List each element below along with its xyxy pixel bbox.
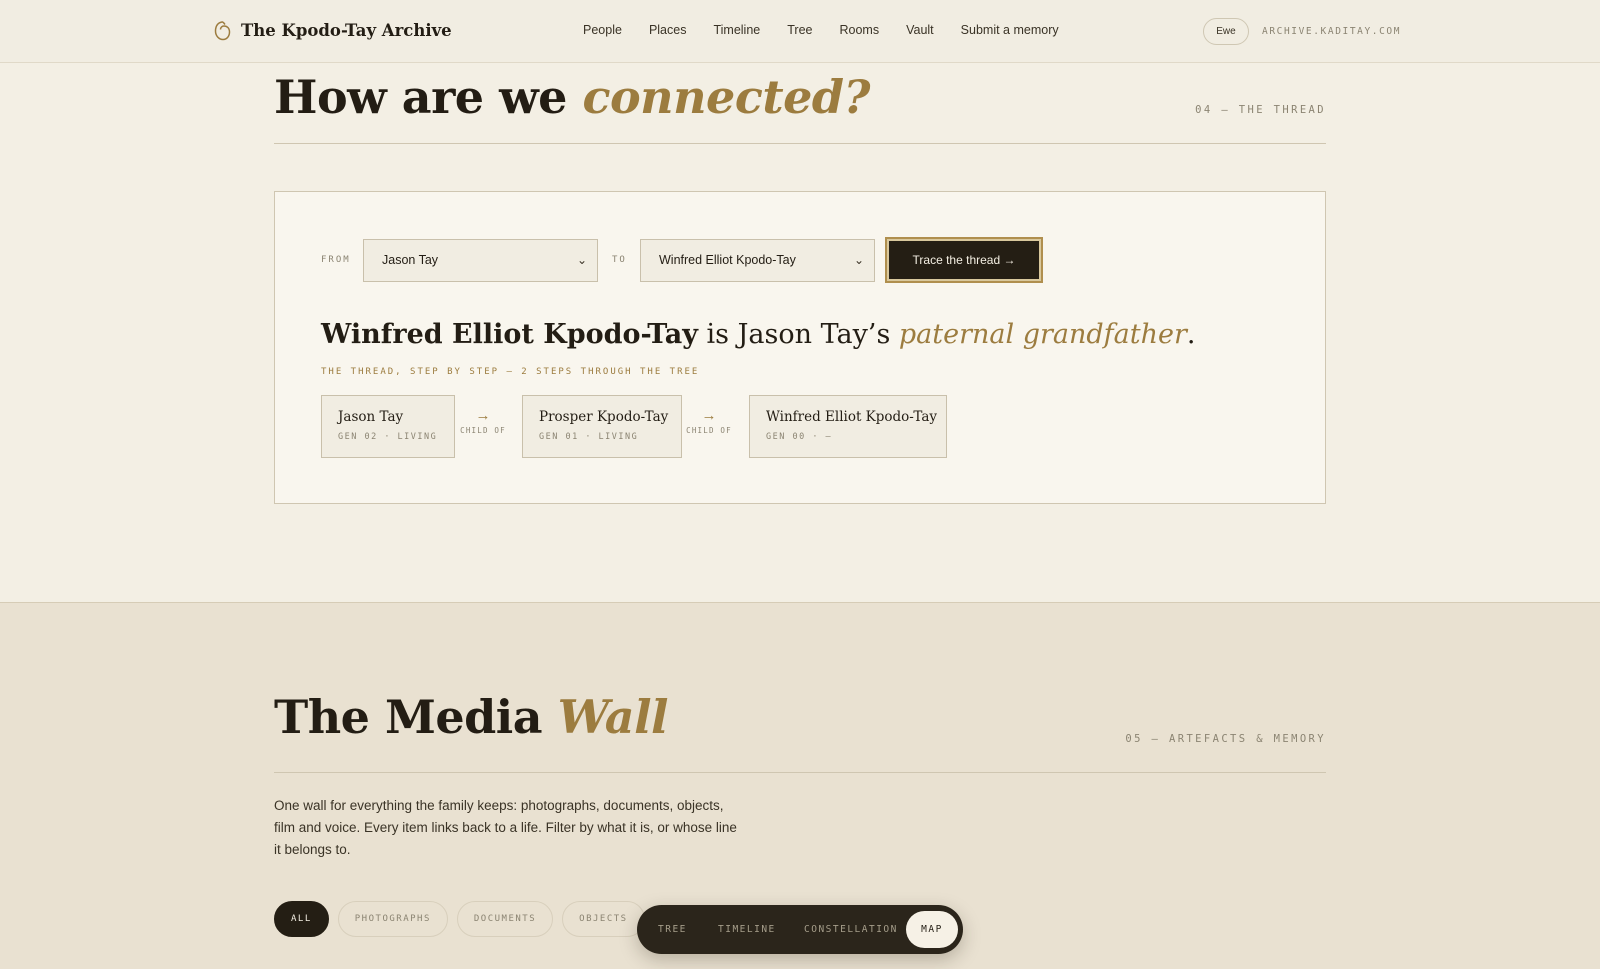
thread-node-prosper[interactable]: Prosper Kpodo-Tay GEN 01 · LIVING [522, 395, 682, 458]
view-map[interactable]: MAP [906, 911, 958, 948]
thread-panel: FROM Jason Tay ⌄ TO Winfred Elliot Kpodo… [274, 191, 1326, 504]
media-title: The Media Wall [274, 690, 669, 744]
filter-documents[interactable]: DOCUMENTS [456, 901, 554, 937]
thread-title-emphasis: connected? [582, 70, 870, 124]
chevron-down-icon: ⌄ [576, 253, 587, 267]
node-meta: GEN 01 · LIVING [539, 432, 639, 442]
to-select-value: Winfred Elliot Kpodo-Tay [659, 253, 796, 267]
result-subject: Winfred Elliot Kpodo-Tay [321, 319, 698, 350]
arrow-right-icon: → [475, 407, 491, 424]
media-filters: ALL PHOTOGRAPHS DOCUMENTS OBJECTS [274, 901, 645, 937]
language-toggle[interactable]: Ewe [1203, 18, 1249, 45]
connector-label: CHILD OF [460, 426, 506, 435]
filter-objects[interactable]: OBJECTS [562, 901, 645, 937]
trace-thread-button[interactable]: Trace the thread → [885, 237, 1043, 283]
node-name: Jason Tay [338, 409, 404, 425]
node-meta: GEN 00 · — [766, 432, 833, 442]
view-tree[interactable]: TREE [658, 905, 687, 954]
thread-section-number: 04 — THE THREAD [1195, 104, 1326, 116]
result-end: . [1186, 319, 1196, 350]
from-select[interactable]: Jason Tay ⌄ [363, 239, 598, 282]
nav-rooms[interactable]: Rooms [840, 23, 880, 37]
node-name: Winfred Elliot Kpodo-Tay [766, 409, 938, 425]
thread-connector: → CHILD OF [682, 407, 736, 435]
site-domain: ARCHIVE.KADITAY.COM [1262, 26, 1402, 37]
thread-title-plain: How are we [274, 70, 583, 124]
node-meta: GEN 02 · LIVING [338, 432, 438, 442]
node-name: Prosper Kpodo-Tay [539, 409, 669, 425]
nav-tree[interactable]: Tree [787, 23, 812, 37]
result-mid: is Jason Tay’s [697, 319, 899, 350]
nav-places[interactable]: Places [649, 23, 687, 37]
steps-label: THE THREAD, STEP BY STEP — 2 STEPS THROU… [321, 367, 700, 377]
brand[interactable]: The Kpodo-Tay Archive [214, 20, 452, 41]
main-nav: People Places Timeline Tree Rooms Vault … [583, 23, 1086, 37]
nav-people[interactable]: People [583, 23, 622, 37]
view-constellation[interactable]: CONSTELLATION [804, 905, 898, 954]
thread-divider [274, 143, 1326, 144]
from-label: FROM [321, 255, 351, 265]
connector-label: CHILD OF [686, 426, 732, 435]
media-divider [274, 772, 1326, 773]
media-title-plain: The Media [274, 690, 558, 744]
view-timeline[interactable]: TIMELINE [718, 905, 776, 954]
media-title-emphasis: Wall [557, 690, 669, 744]
media-section-number: 05 — ARTEFACTS & MEMORY [1125, 733, 1326, 745]
site-header: The Kpodo-Tay Archive People Places Time… [0, 0, 1600, 63]
relationship-result: Winfred Elliot Kpodo-Tay is Jason Tay’s … [321, 319, 1195, 350]
thread-connector: → CHILD OF [456, 407, 510, 435]
arrow-right-icon: → [701, 407, 717, 424]
thread-node-winfred[interactable]: Winfred Elliot Kpodo-Tay GEN 00 · — [749, 395, 947, 458]
thread-node-jason[interactable]: Jason Tay GEN 02 · LIVING [321, 395, 455, 458]
result-relation: paternal grandfather [898, 319, 1187, 350]
to-label: TO [612, 255, 627, 265]
filter-photographs[interactable]: PHOTOGRAPHS [337, 901, 448, 937]
chevron-down-icon: ⌄ [853, 253, 864, 267]
thread-title: How are we connected? [274, 70, 870, 124]
brand-name: The Kpodo-Tay Archive [241, 21, 452, 40]
media-intro: One wall for everything the family keeps… [274, 798, 737, 857]
view-switcher: TREE TIMELINE CONSTELLATION MAP [637, 905, 963, 954]
brand-logo-icon [214, 21, 231, 41]
filter-all[interactable]: ALL [274, 901, 329, 937]
nav-submit-memory[interactable]: Submit a memory [961, 23, 1059, 37]
from-select-value: Jason Tay [382, 253, 439, 267]
to-select[interactable]: Winfred Elliot Kpodo-Tay ⌄ [640, 239, 875, 282]
nav-vault[interactable]: Vault [906, 23, 934, 37]
nav-timeline[interactable]: Timeline [713, 23, 760, 37]
